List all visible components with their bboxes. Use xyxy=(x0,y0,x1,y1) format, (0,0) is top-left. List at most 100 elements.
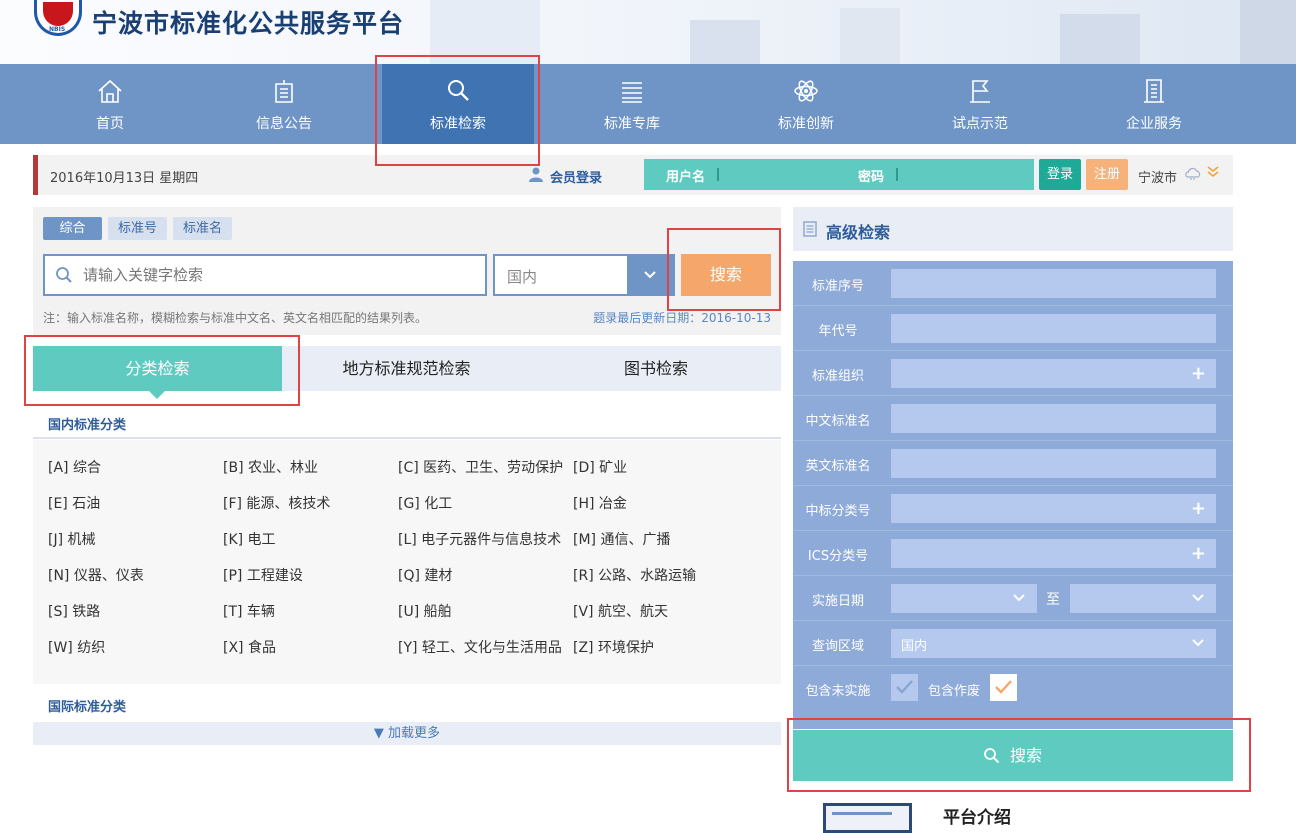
site-logo[interactable]: NBIS xyxy=(34,0,82,36)
atom-icon xyxy=(794,80,818,102)
keyword-search-box[interactable] xyxy=(43,254,487,296)
nav-item-label: 信息公告 xyxy=(256,116,312,132)
plus-icon[interactable]: + xyxy=(1191,543,1206,564)
category-link[interactable]: [Z] 环境保护 xyxy=(573,637,654,657)
form-row: 年代号 xyxy=(793,306,1233,351)
include-void-label: 包含作废 xyxy=(928,684,981,699)
nav-item-label: 试点示范 xyxy=(952,116,1008,132)
category-link[interactable]: [V] 航空、航天 xyxy=(573,601,668,621)
nav-item-pilot[interactable]: 试点示范 xyxy=(904,64,1056,144)
category-link[interactable]: [U] 船舶 xyxy=(398,601,452,621)
region-select[interactable]: 国内 xyxy=(493,254,675,296)
search-icon xyxy=(56,267,72,283)
home-icon xyxy=(98,79,122,103)
platform-intro-title[interactable]: 平台介绍 xyxy=(943,803,1011,828)
include-unimplemented-checkbox[interactable] xyxy=(891,674,918,701)
form-row: 标准序号 xyxy=(793,261,1233,306)
field-label: 实施日期 xyxy=(811,594,864,609)
current-date: 2016年10月13日 星期四 xyxy=(50,171,199,186)
plus-icon[interactable]: + xyxy=(1191,363,1206,384)
nav-item-home[interactable]: 首页 xyxy=(34,64,186,144)
nav-item-standard-library[interactable]: 标准专库 xyxy=(556,64,708,144)
section-divider xyxy=(33,437,781,439)
field-label: ICS分类号 xyxy=(807,549,869,564)
username-field[interactable] xyxy=(717,168,719,181)
category-link[interactable]: [C] 医药、卫生、劳动保护 xyxy=(398,457,563,477)
category-link[interactable]: [W] 纺织 xyxy=(48,637,105,657)
start-date-select[interactable] xyxy=(891,584,1037,613)
nav-item-notice[interactable]: 信息公告 xyxy=(208,64,360,144)
category-link[interactable]: [S] 铁路 xyxy=(48,601,100,621)
category-link[interactable]: [Y] 轻工、文化与生活用品 xyxy=(398,637,562,657)
form-row: 包含未实施 包含作废 xyxy=(793,666,1233,711)
category-link[interactable]: [H] 冶金 xyxy=(573,493,627,513)
category-link[interactable]: [G] 化工 xyxy=(398,493,452,513)
password-field[interactable] xyxy=(896,168,898,181)
cloud-weather-icon xyxy=(1185,167,1201,180)
advanced-search-form: 标准序号 年代号 标准组织 + 中文标准名 英文标准名 中标分类号 + ICS分… xyxy=(793,261,1233,729)
city-selector[interactable]: 宁波市 xyxy=(1138,167,1177,186)
ccs-code-input[interactable]: + xyxy=(891,494,1216,523)
plus-icon[interactable]: + xyxy=(1191,498,1206,519)
login-button[interactable]: 登录 xyxy=(1039,159,1081,190)
nav-item-label: 标准专库 xyxy=(604,116,660,132)
flag-icon xyxy=(970,80,990,103)
header-background-building xyxy=(690,20,760,64)
organization-input[interactable]: + xyxy=(891,359,1216,388)
english-name-input[interactable] xyxy=(891,449,1216,478)
site-title: 宁波市标准化公共服务平台 xyxy=(92,9,405,38)
category-link[interactable]: [R] 公路、水路运输 xyxy=(573,565,696,585)
field-label: 中标分类号 xyxy=(805,504,871,519)
user-icon xyxy=(529,167,543,182)
load-more-button[interactable]: ▼ 加载更多 xyxy=(33,722,781,745)
end-date-select[interactable] xyxy=(1070,584,1216,613)
platform-intro-image[interactable] xyxy=(823,803,912,833)
query-area-select[interactable]: 国内 xyxy=(891,629,1216,658)
category-link[interactable]: [T] 车辆 xyxy=(223,601,275,621)
tab-standard-number[interactable]: 标准号 xyxy=(108,217,167,240)
keyword-input[interactable] xyxy=(83,264,473,286)
category-link[interactable]: [L] 电子元器件与信息技术 xyxy=(398,529,561,549)
chevron-down-icon xyxy=(644,271,656,279)
category-link[interactable]: [A] 综合 xyxy=(48,457,101,477)
standard-number-input[interactable] xyxy=(891,269,1216,298)
category-link[interactable]: [M] 通信、广播 xyxy=(573,529,670,549)
category-link[interactable]: [J] 机械 xyxy=(48,529,96,549)
form-row: 标准组织 + xyxy=(793,351,1233,396)
notice-icon xyxy=(275,80,293,103)
header-background-building xyxy=(840,8,900,64)
info-bar: 2016年10月13日 星期四 会员登录 用户名 密码 登录 注册 宁波市 xyxy=(33,155,1233,195)
form-row: 实施日期 至 xyxy=(793,576,1233,621)
form-row: 中标分类号 + xyxy=(793,486,1233,531)
category-link[interactable]: [E] 石油 xyxy=(48,493,100,513)
register-button[interactable]: 注册 xyxy=(1086,159,1128,190)
category-link[interactable]: [Q] 建材 xyxy=(398,565,452,585)
nav-item-enterprise[interactable]: 企业服务 xyxy=(1078,64,1230,144)
category-link[interactable]: [X] 食品 xyxy=(223,637,276,657)
include-void-checkbox[interactable] xyxy=(990,674,1017,701)
category-link[interactable]: [D] 矿业 xyxy=(573,457,627,477)
chevron-down-icon xyxy=(1192,594,1204,602)
ics-code-input[interactable]: + xyxy=(891,539,1216,568)
tab-comprehensive[interactable]: 综合 xyxy=(43,217,102,240)
nav-item-innovation[interactable]: 标准创新 xyxy=(730,64,882,144)
form-row: 中文标准名 xyxy=(793,396,1233,441)
category-link[interactable]: [N] 仪器、仪表 xyxy=(48,565,144,585)
category-link[interactable]: [K] 电工 xyxy=(223,529,276,549)
chinese-name-input[interactable] xyxy=(891,404,1216,433)
tab-book-search[interactable]: 图书检索 xyxy=(531,346,781,391)
category-link[interactable]: [P] 工程建设 xyxy=(223,565,303,585)
building-icon xyxy=(1144,79,1164,103)
category-link[interactable]: [F] 能源、核技术 xyxy=(223,493,330,513)
member-login-link[interactable]: 会员登录 xyxy=(529,167,602,186)
year-input[interactable] xyxy=(891,314,1216,343)
form-row: ICS分类号 + xyxy=(793,531,1233,576)
annotation-box xyxy=(24,335,300,406)
form-row: 英文标准名 xyxy=(793,441,1233,486)
double-chevron-down-icon[interactable] xyxy=(1206,165,1220,179)
category-link[interactable]: [B] 农业、林业 xyxy=(223,457,318,477)
tab-local-standard-search[interactable]: 地方标准规范检索 xyxy=(282,346,531,391)
field-label: 年代号 xyxy=(818,324,858,339)
chevron-down-icon xyxy=(1192,639,1204,647)
tab-standard-name[interactable]: 标准名 xyxy=(173,217,232,240)
